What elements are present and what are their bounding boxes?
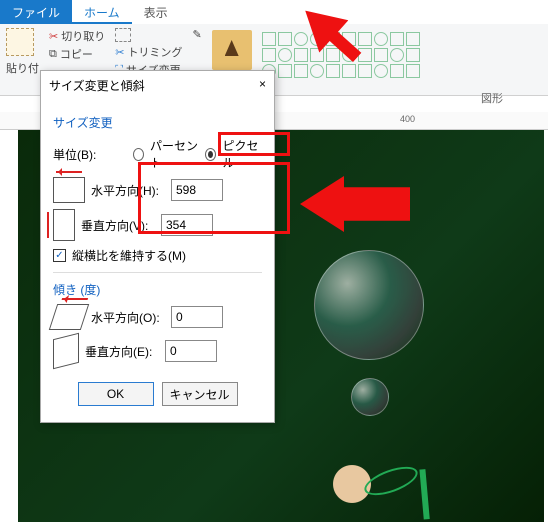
tab-strip: ファイル ホーム 表示 (0, 0, 548, 24)
vertical-icon (53, 209, 75, 241)
clipboard-actions: ✂切り取り ⧉コピー (49, 28, 105, 62)
pencil-icon[interactable]: ✎ (192, 28, 201, 41)
ok-button[interactable]: OK (78, 382, 154, 406)
dialog-buttons: OK キャンセル (53, 372, 262, 410)
skew-v-row: 垂直方向(E): (53, 336, 262, 366)
brush-icon (212, 30, 252, 70)
skew-v-input[interactable] (165, 340, 217, 362)
bubble-large (314, 250, 424, 360)
unit-label: 単位(B): (53, 146, 127, 163)
crop-icon: ✂ (115, 46, 124, 59)
resize-skew-dialog: サイズ変更と傾斜 × サイズ変更 単位(B): パーセント ピクセル 水平方向(… (40, 70, 275, 423)
clipboard-icon (6, 28, 34, 56)
bubble-small (351, 378, 389, 416)
trim-action[interactable]: ✂トリミング (115, 44, 182, 60)
tab-home[interactable]: ホーム (72, 0, 132, 24)
unit-row: 単位(B): パーセント ピクセル (53, 137, 262, 171)
close-icon[interactable]: × (259, 77, 266, 94)
shapes-label: 図形 (481, 90, 503, 106)
resize-h-label: 水平方向(H): (91, 182, 165, 199)
keep-ratio-label: 縦横比を維持する(M) (72, 247, 186, 264)
skew-h-row: 水平方向(O): (53, 304, 262, 330)
tab-file[interactable]: ファイル (0, 0, 72, 24)
copy-action[interactable]: ⧉コピー (49, 46, 105, 62)
skew-v-label: 垂直方向(E): (85, 343, 159, 360)
paste-group[interactable]: 貼り付 (6, 28, 39, 76)
skew-h-icon (49, 304, 89, 330)
select-action[interactable] (115, 28, 182, 42)
resize-v-label: 垂直方向(V): (81, 217, 155, 234)
skew-v-icon (53, 333, 79, 369)
keep-ratio-row: ✓ 縦横比を維持する(M) (53, 247, 262, 264)
resize-h-row: 水平方向(H): (53, 177, 262, 203)
keep-ratio-checkbox[interactable]: ✓ (53, 249, 66, 262)
skew-section-label: 傾き (度) (53, 281, 262, 298)
resize-v-input[interactable] (161, 214, 213, 236)
cancel-button[interactable]: キャンセル (162, 382, 238, 406)
skew-h-label: 水平方向(O): (91, 309, 165, 326)
radio-pixel-label: ピクセル (222, 137, 262, 171)
dialog-titlebar: サイズ変更と傾斜 × (41, 71, 274, 100)
radio-percent[interactable] (133, 148, 144, 161)
select-icon (115, 28, 131, 42)
resize-section-label: サイズ変更 (53, 114, 262, 131)
copy-icon: ⧉ (49, 48, 57, 61)
cut-action[interactable]: ✂切り取り (49, 28, 105, 44)
scissors-icon: ✂ (49, 30, 58, 43)
ruler-tick-400: 400 (400, 114, 415, 124)
radio-percent-label: パーセント (150, 137, 199, 171)
divider (53, 272, 262, 273)
radio-pixel[interactable] (205, 148, 216, 161)
dialog-title: サイズ変更と傾斜 (49, 77, 145, 94)
resize-h-input[interactable] (171, 179, 223, 201)
paste-label: 貼り付 (6, 60, 39, 76)
horizontal-icon (53, 177, 85, 203)
tools-group: ✎ (192, 28, 201, 41)
resize-v-row: 垂直方向(V): (53, 209, 262, 241)
tab-view[interactable]: 表示 (132, 0, 180, 24)
skew-h-input[interactable] (171, 306, 223, 328)
